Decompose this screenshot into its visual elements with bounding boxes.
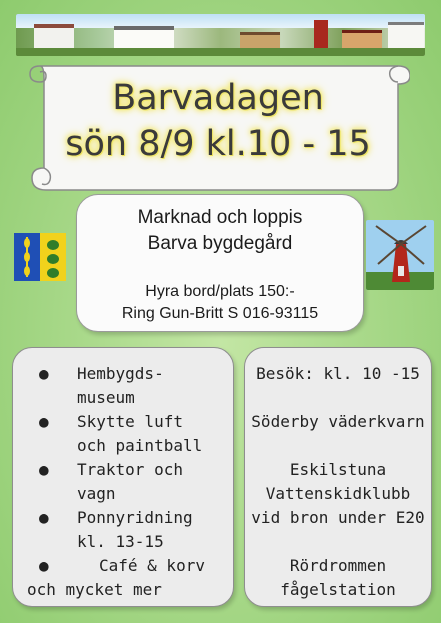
activity-5-line-1: Café & korv [99,556,205,575]
activities-box: ● Hembygds- museum ● Skytte luft och pai… [12,347,234,607]
visit-club-location: vid bron under E20 [251,508,425,527]
windmill-photo [366,220,434,290]
visit-bird-name: Rördrommen [289,556,387,575]
banner-sky [16,14,425,28]
bullet-icon: ● [39,556,49,575]
title-scroll: Barvadagen sön 8/9 kl.10 - 15 [26,60,410,194]
table-rent-price: Hyra bord/plats 150:- [145,283,295,300]
event-date-time: sön 8/9 kl.10 - 15 [65,124,371,164]
activity-3-line-1: Traktor och [77,460,183,479]
visit-bird-station: fågelstation [280,580,396,599]
activity-2-line-2: och paintball [77,436,203,455]
bullet-icon: ● [39,460,49,479]
banner-windmill-image [314,20,328,50]
activity-2-line-1: Skytte luft [77,412,183,431]
activity-1-line-1: Hembygds- [77,364,164,383]
visits-box: Besök: kl. 10 -15 Söderby väderkvarn Esk… [244,347,432,607]
event-title: Barvadagen [112,78,324,118]
banner-grass [16,48,425,56]
bullet-icon: ● [39,412,49,431]
activity-4-line-2: kl. 13-15 [77,532,164,551]
contact-phone: Ring Gun-Britt S 016-93115 [121,305,319,322]
bullet-icon: ● [39,508,49,527]
visit-club-city: Eskilstuna [289,460,387,479]
visit-windmill: Söderby väderkvarn [251,412,425,431]
banner-house-image [34,24,74,50]
activity-3-line-2: vagn [77,484,116,503]
visit-club-name: Vattenskidklubb [265,484,411,503]
municipal-crest-icon [14,233,66,281]
activity-4-line-1: Ponnyridning [77,508,193,527]
header-photo-banner [16,14,425,56]
activity-1-line-2: museum [77,388,135,407]
visits-heading: Besök: kl. 10 -15 [256,364,420,383]
activity-5-line-2: och mycket mer [27,580,162,599]
market-info-box: Marknad och loppis Barva bygdegård Hyra … [76,194,364,332]
bullet-icon: ● [39,364,49,383]
market-location: Barva bygdegård [147,233,293,254]
market-heading: Marknad och loppis [137,207,303,228]
